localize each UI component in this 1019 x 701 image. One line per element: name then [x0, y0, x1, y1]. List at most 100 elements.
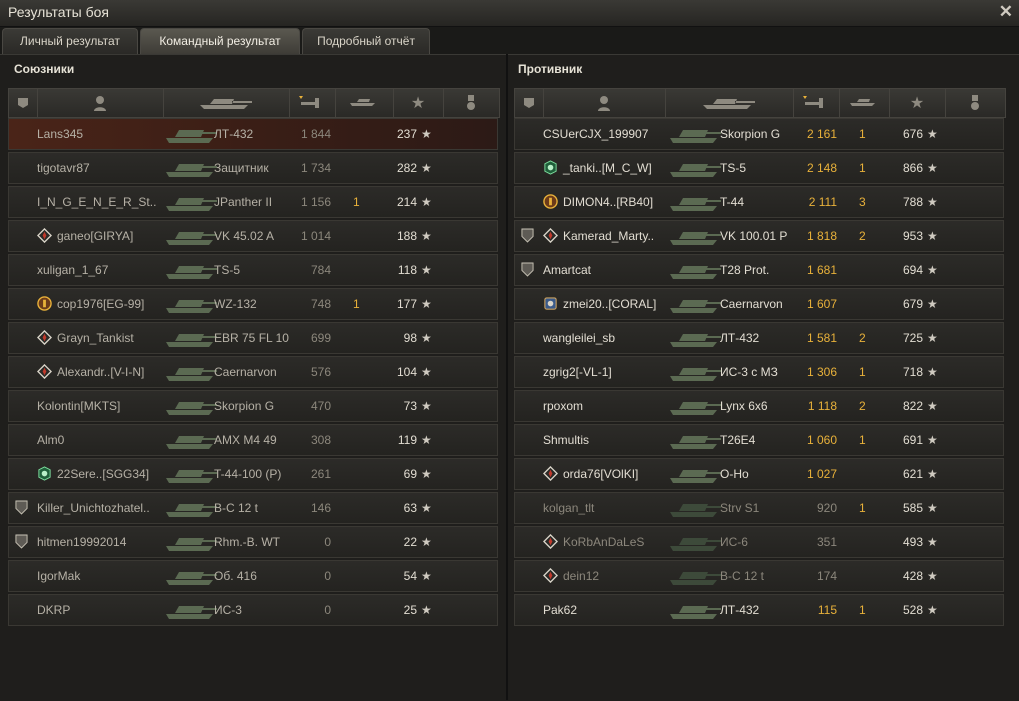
tab-detailed[interactable]: Подробный отчёт	[302, 28, 430, 54]
xp-value: 953	[902, 229, 923, 243]
tank-name: VK 45.02 A	[214, 229, 275, 243]
player-row[interactable]: Shmultis T26E4 1 060 1 691 ★	[514, 424, 1004, 456]
player-icon[interactable]	[37, 89, 164, 117]
frags-value: 2	[859, 229, 866, 243]
player-name[interactable]: 22Sere..[SGG34]	[57, 459, 149, 489]
player-name[interactable]: zgrig2[-VL-1]	[543, 357, 612, 387]
player-name[interactable]: Alexandr..[V-I-N]	[57, 357, 144, 387]
close-icon[interactable]: ✕	[999, 2, 1013, 22]
player-name[interactable]: I_N_G_E_N_E_R_St..	[37, 187, 156, 217]
player-name[interactable]: hitmen19992014	[37, 527, 126, 557]
player-name[interactable]: ganeo[GIRYA]	[57, 221, 133, 251]
player-row[interactable]: DKRP ИС-3 0 25 ★	[8, 594, 498, 626]
xp-star-icon: ★	[421, 399, 432, 413]
player-name[interactable]: DKRP	[37, 595, 70, 625]
player-name[interactable]: zmei20..[CORAL]	[563, 289, 656, 319]
player-name[interactable]: CSUerCJX_199907	[543, 119, 648, 149]
player-name[interactable]: Kolontin[MKTS]	[37, 391, 120, 421]
tank-name: Caernarvon	[214, 365, 277, 379]
damage-icon[interactable]	[289, 89, 336, 117]
player-row[interactable]: Pak62 ЛТ-432 115 1 528 ★	[514, 594, 1004, 626]
xp-value: 22	[403, 535, 417, 549]
player-row[interactable]: IgorMak Об. 416 0 54 ★	[8, 560, 498, 592]
player-row[interactable]: Kamerad_Marty.. VK 100.01 P 1 818 2 953 ★	[514, 220, 1004, 252]
xp-value: 788	[902, 195, 923, 209]
player-name[interactable]: kolgan_tlt	[543, 493, 594, 523]
player-name[interactable]: Shmultis	[543, 425, 589, 455]
damage-icon[interactable]	[793, 89, 840, 117]
player-row[interactable]: Alm0 AMX M4 49 308 119 ★	[8, 424, 498, 456]
tab-team[interactable]: Командный результат	[140, 28, 300, 54]
xp-value: 725	[902, 331, 923, 345]
tank-name: Strv S1	[720, 501, 760, 515]
player-icon[interactable]	[543, 89, 666, 117]
window-title: Результаты боя	[8, 4, 110, 20]
player-row[interactable]: Alexandr..[V-I-N] Caernarvon 576 104 ★	[8, 356, 498, 388]
tab-personal[interactable]: Личный результат	[2, 28, 138, 54]
frags-icon[interactable]	[839, 89, 890, 117]
player-row[interactable]: zgrig2[-VL-1] ИС-3 с МЗ 1 306 1 718 ★	[514, 356, 1004, 388]
player-row[interactable]: Amartcat T28 Prot. 1 681 694 ★	[514, 254, 1004, 286]
player-name[interactable]: DIMON4..[RB40]	[563, 187, 653, 217]
tank-image	[669, 291, 721, 317]
player-name[interactable]: tigotavr87	[37, 153, 90, 183]
player-name[interactable]: Lans345	[37, 119, 83, 149]
player-name[interactable]: rpoxom	[543, 391, 583, 421]
player-name[interactable]: Alm0	[37, 425, 64, 455]
player-name[interactable]: Amartcat	[543, 255, 591, 285]
tank-name: AMX M4 49	[214, 433, 277, 447]
frags-icon[interactable]	[335, 89, 394, 117]
damage-value: 174	[816, 569, 837, 583]
xp-star-icon: ★	[421, 467, 432, 481]
player-name[interactable]: Killer_Unichtozhatel..	[37, 493, 150, 523]
damage-value: 699	[310, 331, 331, 345]
player-row[interactable]: wangleilei_sb ЛТ-432 1 581 2 725 ★	[514, 322, 1004, 354]
player-row[interactable]: Killer_Unichtozhatel.. B-C 12 t 146 63 ★	[8, 492, 498, 524]
player-row[interactable]: DIMON4..[RB40] T-44 2 111 3 788 ★	[514, 186, 1004, 218]
squad-icon[interactable]	[515, 89, 544, 117]
xp-icon[interactable]: ★	[393, 89, 444, 117]
player-row[interactable]: cop1976[EG-99] WZ-132 748 1 177 ★	[8, 288, 498, 320]
player-row[interactable]: dein12 B-C 12 t 174 428 ★	[514, 560, 1004, 592]
player-row[interactable]: kolgan_tlt Strv S1 920 1 585 ★	[514, 492, 1004, 524]
xp-star-icon: ★	[927, 467, 938, 481]
xp-star-icon: ★	[927, 229, 938, 243]
player-name[interactable]: Kamerad_Marty..	[563, 221, 654, 251]
player-row[interactable]: xuligan_1_67 TS-5 784 118 ★	[8, 254, 498, 286]
damage-value: 351	[816, 535, 837, 549]
medal-icon[interactable]	[945, 89, 1005, 117]
player-row[interactable]: rpoxom Lynx 6x6 1 118 2 822 ★	[514, 390, 1004, 422]
player-row[interactable]: _tanki..[M_C_W] TS-5 2 148 1 866 ★	[514, 152, 1004, 184]
player-row[interactable]: tigotavr87 Защитник 1 734 282 ★	[8, 152, 498, 184]
tank-image	[165, 359, 217, 385]
player-name[interactable]: xuligan_1_67	[37, 255, 108, 285]
player-row[interactable]: orda76[VOlKI] O-Ho 1 027 621 ★	[514, 458, 1004, 490]
player-name[interactable]: dein12	[563, 561, 599, 591]
player-row[interactable]: Grayn_Tankist EBR 75 FL 10 699 98 ★	[8, 322, 498, 354]
player-row[interactable]: KoRbAnDaLeS ИС-6 351 493 ★	[514, 526, 1004, 558]
xp-star-icon: ★	[927, 535, 938, 549]
player-name[interactable]: _tanki..[M_C_W]	[563, 153, 652, 183]
player-row[interactable]: ganeo[GIRYA] VK 45.02 A 1 014 188 ★	[8, 220, 498, 252]
player-name[interactable]: Pak62	[543, 595, 577, 625]
tank-image	[165, 257, 217, 283]
player-name[interactable]: wangleilei_sb	[543, 323, 615, 353]
player-row[interactable]: CSUerCJX_199907 Skorpion G 2 161 1 676 ★	[514, 118, 1004, 150]
squad-icon[interactable]	[9, 89, 38, 117]
xp-icon[interactable]: ★	[889, 89, 946, 117]
player-name[interactable]: IgorMak	[37, 561, 80, 591]
medal-icon[interactable]	[443, 89, 499, 117]
player-row[interactable]: zmei20..[CORAL] Caernarvon 1 607 679 ★	[514, 288, 1004, 320]
tank-icon[interactable]	[163, 89, 290, 117]
tank-icon[interactable]	[665, 89, 794, 117]
player-row[interactable]: 22Sere..[SGG34] T-44-100 (P) 261 69 ★	[8, 458, 498, 490]
player-name[interactable]: cop1976[EG-99]	[57, 289, 144, 319]
player-name[interactable]: KoRbAnDaLeS	[563, 527, 644, 557]
damage-value: 308	[310, 433, 331, 447]
player-row[interactable]: Kolontin[MKTS] Skorpion G 470 73 ★	[8, 390, 498, 422]
player-row[interactable]: hitmen19992014 Rhm.-B. WT 0 22 ★	[8, 526, 498, 558]
player-name[interactable]: orda76[VOlKI]	[563, 459, 638, 489]
player-row[interactable]: I_N_G_E_N_E_R_St.. JPanther II 1 156 1 214 ★	[8, 186, 498, 218]
player-row[interactable]: Lans345 ЛТ-432 1 844 237 ★	[8, 118, 498, 150]
player-name[interactable]: Grayn_Tankist	[57, 323, 134, 353]
